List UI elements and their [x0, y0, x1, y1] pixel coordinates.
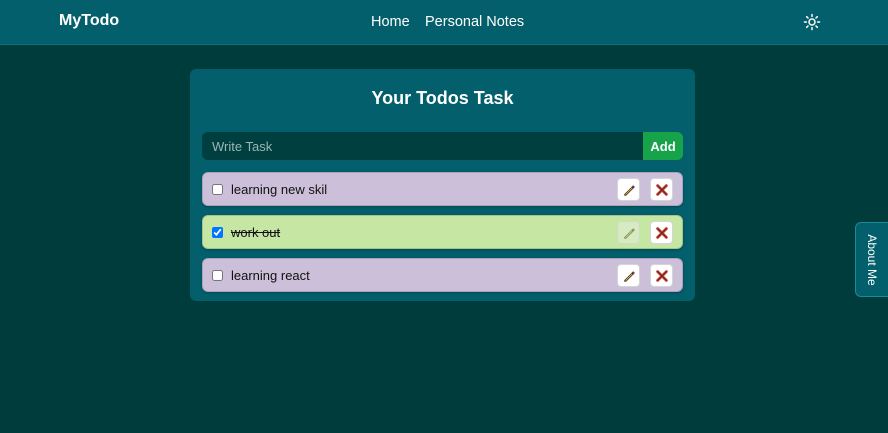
about-me-label: About Me [865, 233, 879, 286]
todo-item: learning new skil [202, 172, 683, 206]
todo-text: learning new skil [231, 182, 328, 197]
pencil-icon [623, 227, 635, 239]
todo-text: work out [231, 225, 281, 240]
delete-button[interactable] [650, 178, 673, 201]
task-input[interactable] [202, 132, 643, 160]
close-icon [655, 226, 668, 239]
delete-button[interactable] [650, 221, 673, 244]
add-task-button[interactable]: Add [643, 132, 683, 160]
edit-button[interactable] [617, 221, 640, 244]
edit-button[interactable] [617, 178, 640, 201]
todo-checkbox[interactable] [212, 270, 223, 281]
todo-checkbox[interactable] [212, 184, 223, 195]
nav-link-personal-notes[interactable]: Personal Notes [425, 14, 524, 30]
brand-logo[interactable]: MyTodo [59, 12, 119, 30]
add-task-form: Add [202, 132, 683, 160]
sun-icon [803, 13, 821, 31]
edit-button[interactable] [617, 264, 640, 287]
close-icon [655, 269, 668, 282]
delete-button[interactable] [650, 264, 673, 287]
close-icon [655, 183, 668, 196]
theme-toggle-button[interactable] [803, 13, 821, 31]
todo-card: Your Todos Task Add learning new skil wo… [190, 69, 695, 301]
todo-item: learning react [202, 258, 683, 292]
page-title: Your Todos Task [371, 88, 514, 108]
about-me-tab[interactable]: About Me [855, 222, 888, 297]
navbar: MyTodo Home Personal Notes [0, 0, 888, 45]
pencil-icon [623, 184, 635, 196]
nav-link-home[interactable]: Home [371, 14, 410, 30]
todo-checkbox[interactable] [212, 227, 223, 238]
pencil-icon [623, 270, 635, 282]
todo-item: work out [202, 215, 683, 249]
todo-text: learning react [231, 268, 310, 283]
